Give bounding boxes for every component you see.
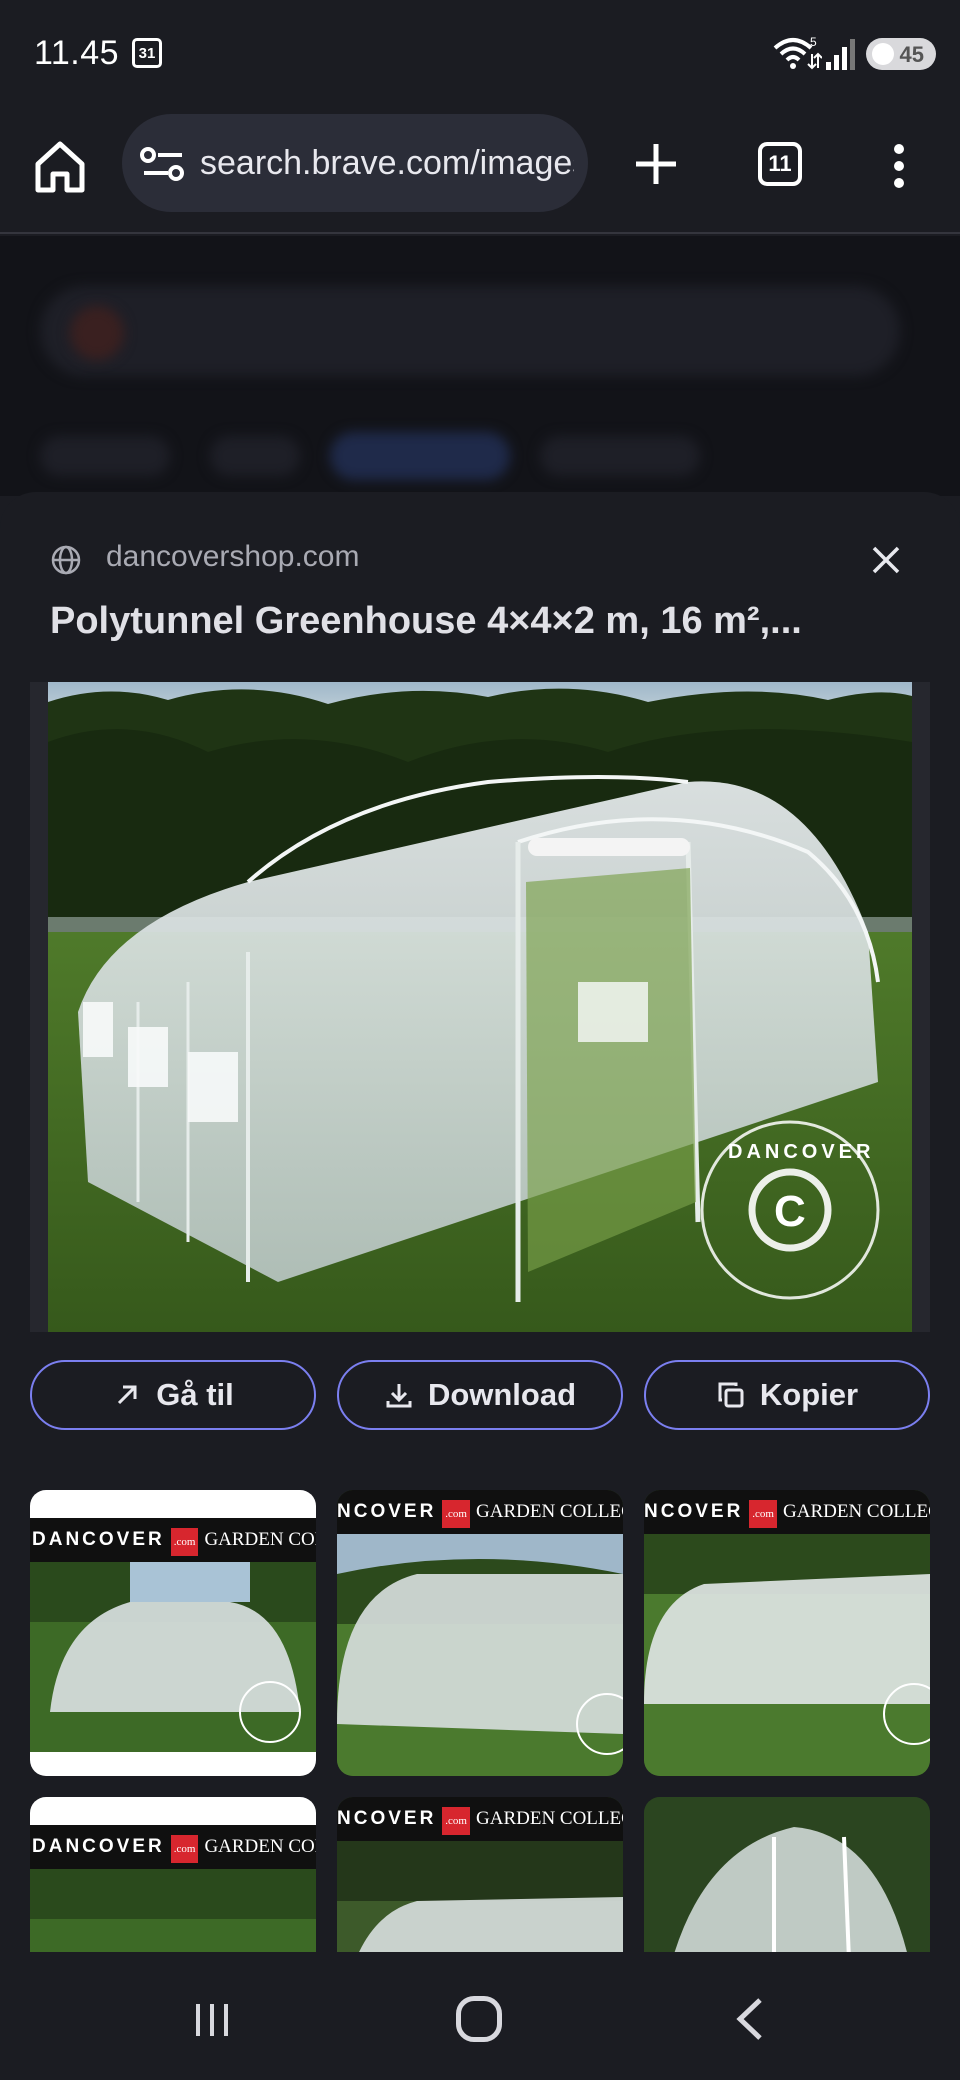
thumb-banner: NCOVER.com GARDEN COLLECT: [337, 1797, 623, 1841]
new-tab-button[interactable]: [630, 138, 682, 190]
system-navigation-bar: [0, 1958, 960, 2080]
thumb-banner: DANCOVER.comGARDEN COLLECTION: [30, 1825, 316, 1869]
related-image-thumbnail[interactable]: NCOVER.com GARDEN COLLECT: [337, 1490, 623, 1776]
background-logo: [70, 306, 124, 360]
thumb-collection: GARDEN COLLECTION: [204, 1836, 316, 1857]
thumb-badge: .com: [170, 1528, 199, 1556]
greenhouse-thumbnail-image: [30, 1562, 316, 1752]
image-detail-sheet: dancovershop.com Polytunnel Greenhouse 4…: [0, 492, 960, 1952]
svg-text:C: C: [774, 1187, 806, 1236]
url-text[interactable]: search.brave.com/images: [200, 144, 574, 183]
greenhouse-thumbnail-image: [644, 1797, 930, 1952]
greenhouse-thumbnail-image: [30, 1869, 316, 1952]
arrow-up-right-icon: [118, 1385, 137, 1405]
status-time: 11.45: [34, 34, 120, 72]
thumb-badge: .com: [442, 1500, 470, 1528]
download-icon: [386, 1384, 412, 1408]
close-button[interactable]: [866, 540, 906, 580]
greenhouse-thumbnail-image: [337, 1841, 623, 1952]
related-image-thumbnail[interactable]: DANCOVER.comGARDEN COLLECTION: [30, 1490, 316, 1776]
image-preview[interactable]: C DANCOVER: [30, 682, 930, 1332]
recent-apps-button[interactable]: [192, 2000, 232, 2040]
image-title: Polytunnel Greenhouse 4×4×2 m, 16 m²,...: [50, 600, 802, 642]
thumb-banner: NCOVER.com GARDEN COLLECT: [337, 1490, 623, 1534]
signal-icon: [826, 39, 855, 70]
related-image-thumbnail[interactable]: NCOVER.com GARDEN COLLECT: [337, 1797, 623, 1952]
thumb-brand: NCOVER: [337, 1501, 437, 1522]
back-button[interactable]: [730, 1996, 770, 2042]
more-menu-button[interactable]: [880, 138, 920, 194]
greenhouse-thumbnail-image: [644, 1534, 930, 1776]
related-image-thumbnail[interactable]: [644, 1797, 930, 1952]
system-home-button[interactable]: [456, 1996, 502, 2042]
tab-switcher-button[interactable]: 11: [758, 142, 802, 186]
thumb-banner: DANCOVER.comGARDEN COLLECTION: [30, 1518, 316, 1562]
goto-label: Gå til: [156, 1377, 234, 1412]
greenhouse-illustration: C DANCOVER: [48, 682, 912, 1332]
thumb-badge: .com: [170, 1835, 199, 1863]
thumb-badge: .com: [749, 1500, 777, 1528]
calendar-day: 31: [138, 45, 156, 62]
thumb-collection: GARDEN COLLECTION: [204, 1529, 316, 1550]
download-button[interactable]: Download: [337, 1360, 623, 1430]
home-button[interactable]: [30, 136, 90, 196]
source-domain[interactable]: dancovershop.com: [106, 540, 359, 574]
background-tab: [40, 436, 170, 476]
browser-toolbar: search.brave.com/images 11: [0, 110, 960, 234]
calendar-icon: 31: [132, 38, 162, 68]
site-settings-icon[interactable]: [140, 146, 186, 182]
copy-label: Kopier: [759, 1377, 859, 1412]
battery-indicator: 45: [866, 38, 936, 70]
thumb-brand: DANCOVER: [32, 1529, 165, 1550]
address-bar[interactable]: search.brave.com/images: [122, 114, 588, 212]
thumb-banner: NCOVER.com GARDEN COLLECT: [644, 1490, 930, 1534]
thumb-collection: GARDEN COLLECT: [783, 1501, 930, 1522]
menu-dot-icon: [894, 144, 904, 154]
download-label: Download: [427, 1377, 577, 1412]
greenhouse-photo: C DANCOVER: [48, 682, 912, 1332]
copy-icon: [718, 1382, 744, 1408]
background-tab: [330, 432, 510, 480]
wifi-badge: 5: [810, 35, 817, 49]
background-search-bar: [40, 286, 900, 376]
background-page: [0, 236, 960, 496]
background-tab: [210, 436, 300, 476]
goto-button[interactable]: Gå til: [30, 1360, 316, 1430]
battery-saver-icon: [872, 43, 894, 65]
globe-icon: [51, 545, 81, 575]
menu-dot-icon: [894, 161, 904, 171]
thumb-brand: NCOVER: [644, 1501, 744, 1522]
related-image-thumbnail[interactable]: NCOVER.com GARDEN COLLECT: [644, 1490, 930, 1776]
related-image-thumbnail[interactable]: DANCOVER.comGARDEN COLLECTION: [30, 1797, 316, 1952]
thumb-collection: GARDEN COLLECT: [476, 1808, 623, 1829]
watermark-text: DANCOVER: [728, 1141, 874, 1163]
thumb-brand: DANCOVER: [32, 1836, 165, 1857]
thumb-collection: GARDEN COLLECT: [476, 1501, 623, 1522]
greenhouse-thumbnail-image: [337, 1534, 623, 1776]
wifi-icon: 5: [773, 35, 822, 70]
menu-dot-icon: [894, 178, 904, 188]
thumb-badge: .com: [442, 1807, 470, 1835]
background-tab: [540, 436, 700, 476]
status-bar: 11.45 31 5 45: [0, 0, 960, 110]
battery-level: 45: [899, 42, 924, 67]
action-buttons: Gå til Download Kopier: [30, 1360, 930, 1430]
thumb-brand: NCOVER: [337, 1808, 437, 1829]
copy-button[interactable]: Kopier: [644, 1360, 930, 1430]
